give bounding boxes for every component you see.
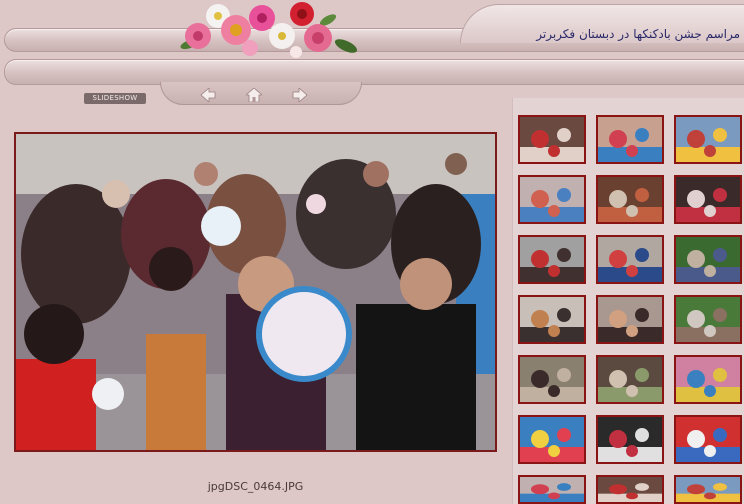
thumbnail-4-1[interactable] — [518, 295, 586, 344]
thumbnail-2-3[interactable] — [674, 175, 742, 224]
thumbnail-7-1[interactable] — [518, 475, 586, 504]
home-icon[interactable] — [246, 88, 262, 102]
photo-caption: jpgDSC_0464.JPG — [207, 480, 304, 493]
thumbnail-6-2[interactable] — [596, 415, 664, 464]
crowd-photo — [16, 134, 495, 450]
thumbnail-1-1[interactable] — [518, 115, 586, 164]
thumbnail-7-2[interactable] — [596, 475, 664, 504]
thumbnail-3-2[interactable] — [596, 235, 664, 284]
slideshow-button[interactable]: SLIDESHOW — [84, 93, 146, 104]
thumbnail-3-3[interactable] — [674, 235, 742, 284]
thumbnail-6-3[interactable] — [674, 415, 742, 464]
thumbnail-2-2[interactable] — [596, 175, 664, 224]
thumbnail-2-1[interactable] — [518, 175, 586, 224]
thumbnail-4-3[interactable] — [674, 295, 742, 344]
thumbnail-5-3[interactable] — [674, 355, 742, 404]
thumbnail-7-3[interactable] — [674, 475, 742, 504]
title-plate: مراسم جشن بادکنکها در دبستان فکربرتر — [460, 4, 744, 43]
flower-logo — [180, 2, 358, 58]
arrow-right-icon[interactable] — [292, 88, 308, 102]
thumbnail-5-1[interactable] — [518, 355, 586, 404]
album-title: مراسم جشن بادکنکها در دبستان فکربرتر — [536, 27, 740, 41]
arrow-left-icon[interactable] — [200, 88, 216, 102]
thumbnail-1-3[interactable] — [674, 115, 742, 164]
toolbar-bar — [4, 59, 744, 85]
main-photo[interactable] — [14, 132, 497, 452]
thumbnail-6-1[interactable] — [518, 415, 586, 464]
thumbnail-3-1[interactable] — [518, 235, 586, 284]
thumbnail-5-2[interactable] — [596, 355, 664, 404]
thumbnail-4-2[interactable] — [596, 295, 664, 344]
thumbnail-1-2[interactable] — [596, 115, 664, 164]
